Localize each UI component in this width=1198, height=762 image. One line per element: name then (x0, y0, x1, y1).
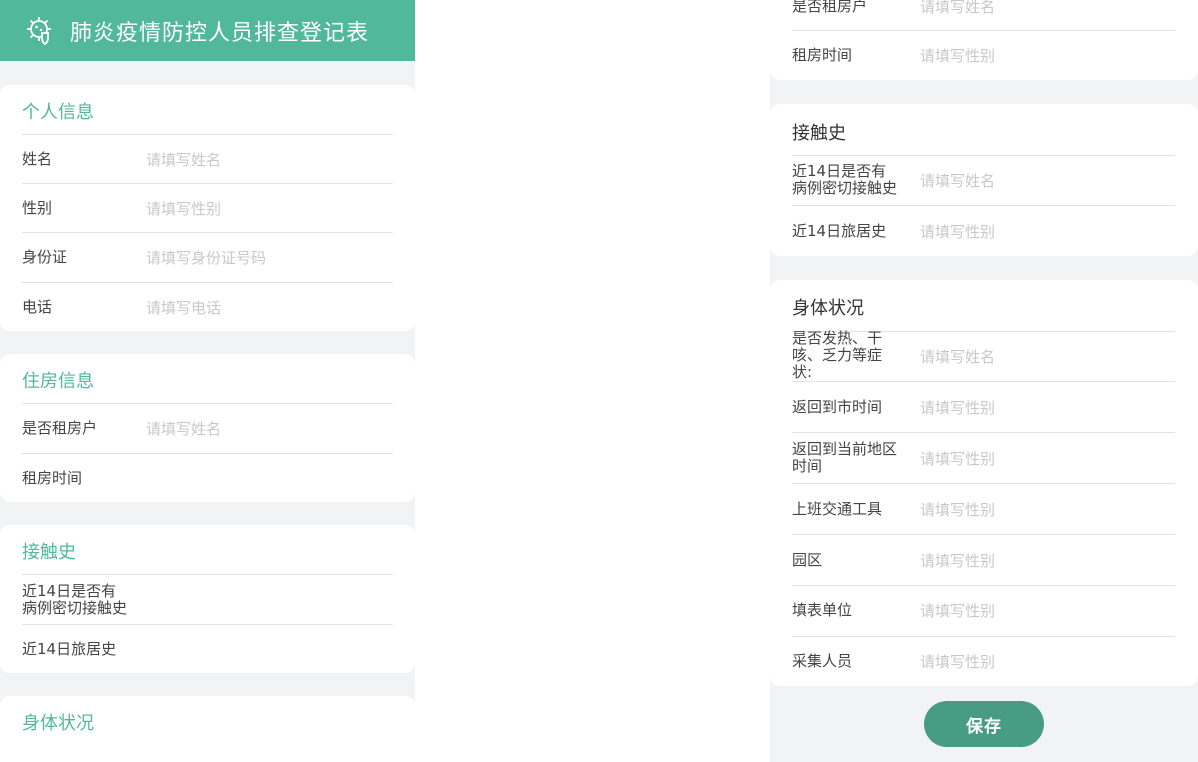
housing-info-card: 是否租房户 请填写姓名 租房时间 请填写性别 (770, 0, 1198, 80)
renter-input[interactable]: 请填写姓名 (146, 418, 221, 439)
return-city-time-input[interactable]: 请填写性别 (920, 397, 995, 418)
divider (792, 636, 1175, 637)
divider (792, 381, 1175, 382)
divider (22, 232, 393, 233)
unit-input[interactable]: 请填写性别 (920, 600, 995, 621)
renter-input[interactable]: 请填写姓名 (920, 0, 995, 17)
page-title: 肺炎疫情防控人员排查登记表 (70, 20, 370, 46)
travel-history-label: 近14日旅居史 (22, 640, 117, 658)
shield-virus-icon (27, 16, 51, 45)
phone-label: 电话 (22, 298, 53, 316)
rent-time-input[interactable]: 请填写性别 (920, 45, 995, 66)
app-header: 肺炎疫情防控人员排查登记表 (0, 0, 415, 61)
symptoms-label: 是否发热、干 咳、乏力等症 状: (792, 329, 883, 381)
name-input[interactable]: 请填写姓名 (146, 149, 221, 170)
divider (22, 403, 393, 404)
health-status-card: 身体状况 (0, 696, 415, 762)
name-label: 姓名 (22, 150, 53, 168)
gender-input[interactable]: 请填写性别 (146, 198, 221, 219)
renter-label: 是否租房户 (792, 0, 868, 15)
return-area-time-input[interactable]: 请填写性别 (920, 448, 995, 469)
symptoms-input[interactable]: 请填写姓名 (920, 346, 995, 367)
divider (22, 183, 393, 184)
close-contact-input[interactable]: 请填写姓名 (920, 170, 995, 191)
renter-label: 是否租房户 (22, 419, 98, 437)
close-contact-label: 近14日是否有 病例密切接触史 (792, 162, 898, 197)
health-status-card: 身体状况 是否发热、干 咳、乏力等症 状: 请填写姓名 返回到市时间 请填写性别… (770, 280, 1198, 686)
divider (792, 432, 1175, 433)
left-screen: 肺炎疫情防控人员排查登记表 个人信息 姓名 请填写姓名 性别 请填写性别 身份证… (0, 0, 415, 762)
save-button[interactable]: 保存 (924, 701, 1044, 747)
divider (792, 155, 1175, 156)
park-input[interactable]: 请填写性别 (920, 550, 995, 571)
commute-input[interactable]: 请填写性别 (920, 499, 995, 520)
gender-label: 性别 (22, 199, 53, 217)
right-screen: 是否租房户 请填写姓名 租房时间 请填写性别 接触史 近14日是否有 病例密切接… (770, 0, 1198, 762)
commute-label: 上班交通工具 (792, 500, 883, 518)
travel-history-label: 近14日旅居史 (792, 222, 887, 240)
id-card-input[interactable]: 请填写身份证号码 (146, 247, 266, 268)
section-title: 接触史 (22, 542, 76, 563)
section-title: 身体状况 (22, 713, 94, 734)
contact-history-card: 接触史 近14日是否有 病例密切接触史 请填写姓名 近14日旅居史 请填写性别 (770, 104, 1198, 256)
section-title: 接触史 (792, 123, 846, 144)
rent-time-label: 租房时间 (792, 46, 853, 64)
divider (792, 534, 1175, 535)
section-title: 住房信息 (22, 371, 94, 392)
divider (22, 453, 393, 454)
divider (792, 205, 1175, 206)
rent-time-label: 租房时间 (22, 469, 83, 487)
unit-label: 填表单位 (792, 601, 853, 619)
divider (22, 134, 393, 135)
section-title: 身体状况 (792, 298, 864, 319)
return-city-time-label: 返回到市时间 (792, 398, 883, 416)
divider (792, 483, 1175, 484)
divider (22, 574, 393, 575)
id-card-label: 身份证 (22, 248, 68, 266)
park-label: 园区 (792, 551, 823, 569)
phone-input[interactable]: 请填写电话 (146, 297, 221, 318)
divider (792, 585, 1175, 586)
section-title: 个人信息 (22, 102, 94, 123)
personal-info-card: 个人信息 姓名 请填写姓名 性别 请填写性别 身份证 请填写身份证号码 电话 请… (0, 85, 415, 331)
contact-history-card: 接触史 近14日是否有 病例密切接触史 近14日旅居史 (0, 525, 415, 673)
divider (22, 282, 393, 283)
collector-input[interactable]: 请填写性别 (920, 651, 995, 672)
collector-label: 采集人员 (792, 652, 853, 670)
divider (792, 30, 1175, 31)
return-area-time-label: 返回到当前地区 时间 (792, 440, 898, 475)
close-contact-label: 近14日是否有 病例密切接触史 (22, 582, 128, 617)
housing-info-card: 住房信息 是否租房户 请填写姓名 租房时间 (0, 354, 415, 502)
divider (22, 624, 393, 625)
travel-history-input[interactable]: 请填写性别 (920, 221, 995, 242)
